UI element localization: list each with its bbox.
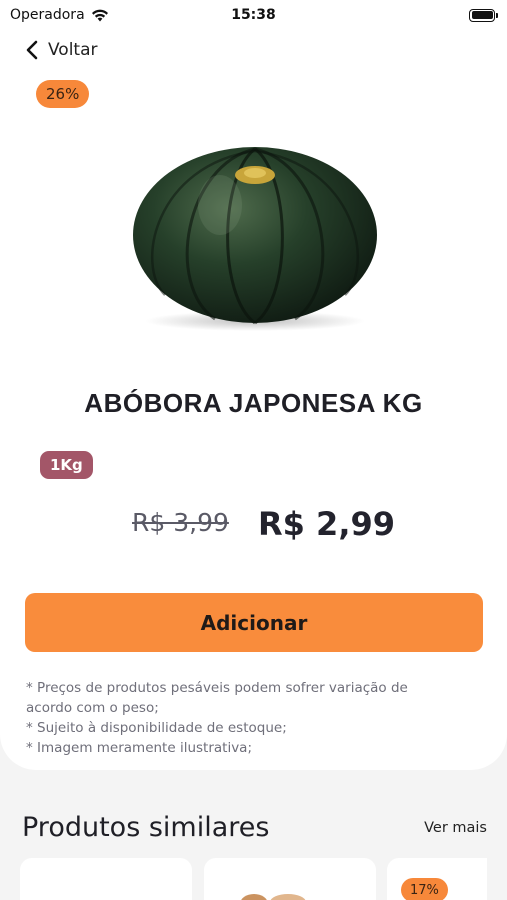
add-to-cart-button[interactable]: Adicionar (25, 593, 483, 652)
disclaimer-notes: * Preços de produtos pesáveis podem sofr… (26, 678, 456, 758)
product-title: ABÓBORA JAPONESA KG (84, 388, 423, 418)
disclaimer-note: * Preços de produtos pesáveis podem sofr… (26, 680, 408, 716)
see-more-link[interactable]: Ver mais (424, 820, 487, 836)
chevron-left-icon (26, 40, 38, 60)
product-detail-card: Voltar 26% ABÓBORA JAPONESA KG 1Kg R$ 3, (0, 0, 507, 770)
carrier-info: Operadora (10, 7, 109, 23)
similar-product-card[interactable]: 17% (387, 858, 487, 900)
similar-product-card[interactable] (20, 858, 192, 900)
disclaimer-note: * Sujeito à disponibilidade de estoque; (26, 720, 287, 736)
status-bar: Operadora 15:38 (0, 0, 507, 30)
discount-badge: 26% (36, 80, 90, 108)
current-price: R$ 2,99 (258, 505, 395, 543)
carrier-name: Operadora (10, 7, 85, 23)
product-thumbnail (241, 894, 306, 900)
back-button[interactable]: Voltar (26, 40, 98, 60)
back-label: Voltar (48, 40, 98, 60)
similar-products-title: Produtos similares (22, 812, 270, 843)
battery-icon (469, 8, 498, 22)
old-price: R$ 3,99 (132, 508, 229, 537)
disclaimer-note: * Imagem meramente ilustrativa; (26, 740, 253, 756)
wifi-icon (91, 9, 108, 21)
similar-discount-badge: 17% (401, 878, 448, 900)
product-image (133, 147, 377, 331)
weight-tag: 1Kg (40, 451, 93, 479)
similar-product-card[interactable] (204, 858, 376, 900)
